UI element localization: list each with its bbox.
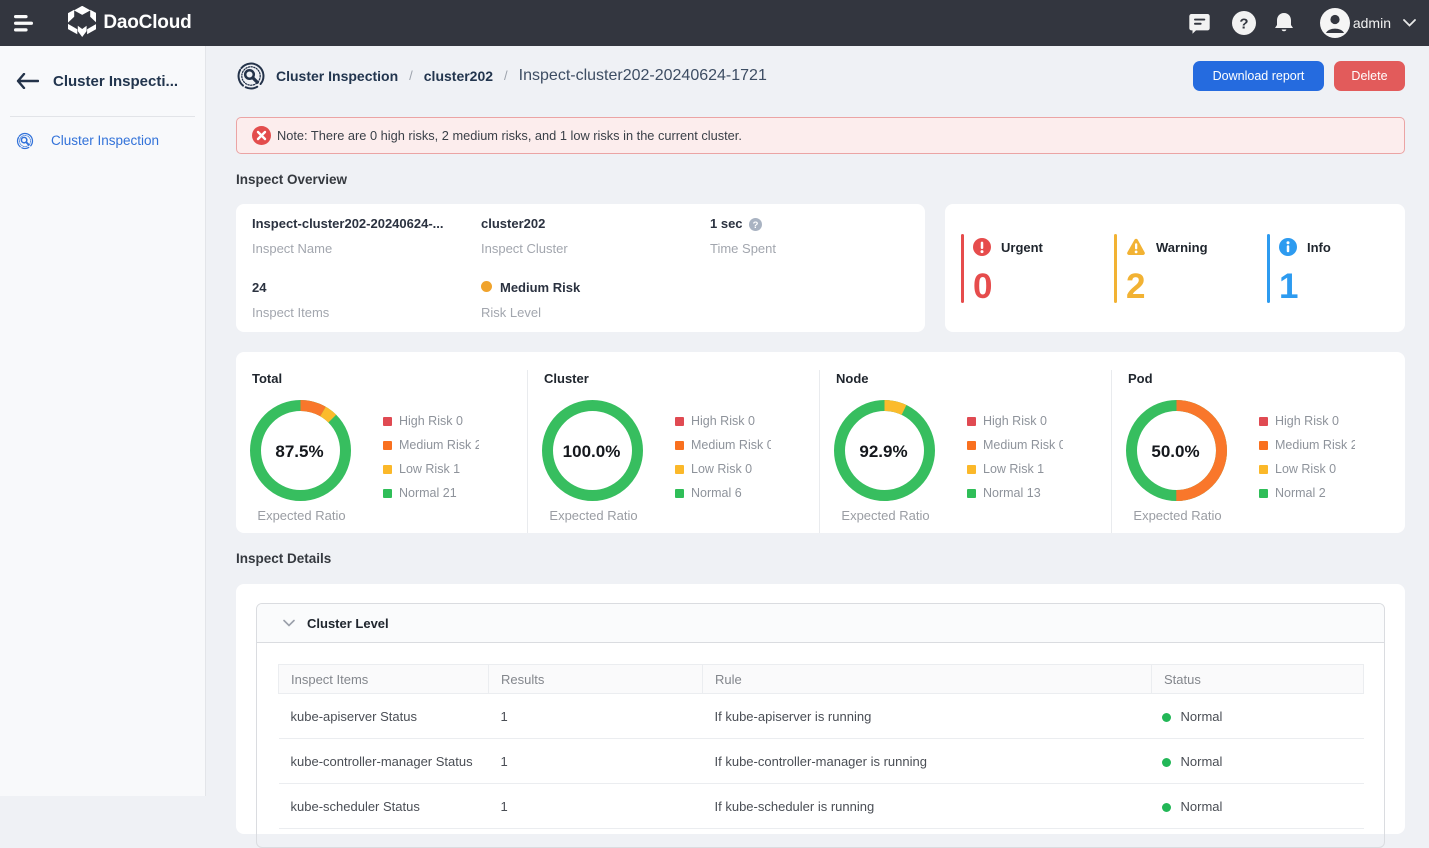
svg-text:?: ? xyxy=(1239,16,1248,33)
svg-text:?: ? xyxy=(753,219,759,230)
